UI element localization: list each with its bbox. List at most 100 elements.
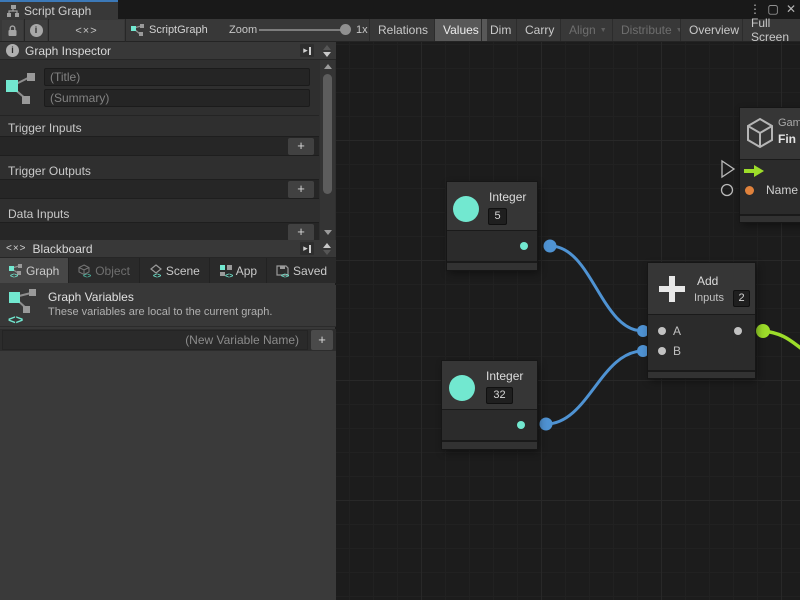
- inspector-content: Trigger Inputs + Trigger Outputs + Data …: [0, 60, 336, 240]
- title-bar: Script Graph ⋮ ▢ ✕: [0, 0, 800, 19]
- trigger-inputs-bar: +: [0, 136, 319, 156]
- script-graph-tab-icon: [7, 5, 19, 17]
- output-port[interactable]: [520, 242, 528, 250]
- window-close-icon[interactable]: ✕: [784, 2, 798, 16]
- blackboard-icon: <×>: [6, 243, 27, 254]
- node-integer-32[interactable]: Integer 32: [442, 361, 537, 449]
- blackboard-header: <×> Blackboard ▸: [0, 240, 336, 258]
- toolbar: i <×> ScriptGraph Zoom 1x Relations Valu…: [0, 19, 800, 42]
- tab-object[interactable]: <> Object: [69, 258, 140, 283]
- blackboard-empty-area: [0, 351, 336, 600]
- graph-icon: [5, 70, 39, 106]
- add-trigger-input-button[interactable]: +: [288, 138, 314, 155]
- scroll-down-icon[interactable]: [324, 230, 332, 235]
- trigger-outputs-bar: +: [0, 179, 319, 199]
- wire-integer5-to-add-a: [550, 246, 643, 331]
- overview-button[interactable]: Overview: [680, 19, 747, 41]
- info-icon: i: [30, 24, 43, 37]
- carry-button[interactable]: Carry: [516, 19, 562, 41]
- tab-graph[interactable]: <> Graph: [0, 258, 69, 283]
- scroll-up-icon[interactable]: [323, 243, 331, 248]
- wire-endpoint: [756, 324, 770, 338]
- info-button[interactable]: i: [25, 20, 47, 41]
- zoom-label: Zoom: [229, 24, 257, 36]
- zoom-value: 1x: [356, 24, 368, 36]
- inspector-scrollbar[interactable]: [320, 60, 335, 240]
- data-inputs-label: Data Inputs: [8, 207, 69, 221]
- wire-endpoint: [540, 418, 553, 431]
- values-button[interactable]: Values: [434, 19, 487, 41]
- node-add[interactable]: Add Inputs 2 A B: [648, 263, 755, 378]
- carried-trigger-icon: [722, 161, 734, 177]
- node-find[interactable]: Gam Fin Name: [740, 108, 800, 222]
- graph-variables-block: <> Graph Variables These variables are l…: [0, 285, 336, 327]
- tab-saved[interactable]: <> Saved: [267, 258, 336, 283]
- input-port-b[interactable]: [658, 347, 666, 355]
- integer-value-field[interactable]: 32: [486, 387, 513, 404]
- trigger-outputs-label: Trigger Outputs: [8, 164, 91, 178]
- info-icon: i: [6, 44, 19, 57]
- scroll-down-icon[interactable]: [323, 250, 331, 255]
- fullscreen-button[interactable]: Full Screen: [742, 19, 800, 41]
- output-port[interactable]: [734, 327, 742, 335]
- graph-name-label: ScriptGraph: [149, 24, 208, 36]
- zoom-slider-track[interactable]: [259, 29, 350, 31]
- title-field[interactable]: [44, 68, 310, 86]
- graph-tab-icon: <>: [9, 264, 23, 278]
- svg-text:<>: <>: [225, 273, 233, 278]
- carried-port-icon: [722, 185, 733, 196]
- wire-endpoint: [544, 240, 557, 253]
- code-view-button[interactable]: <×>: [49, 20, 124, 41]
- tab-title: Script Graph: [24, 4, 91, 18]
- integer-value-field[interactable]: 5: [488, 208, 507, 225]
- panel-expand-icon[interactable]: ▸: [300, 242, 314, 255]
- data-inputs-bar: +: [0, 222, 319, 242]
- lock-button[interactable]: [2, 20, 23, 41]
- svg-text:<>: <>: [10, 273, 18, 278]
- input-port-name[interactable]: [745, 186, 754, 195]
- relations-button[interactable]: Relations: [369, 19, 436, 41]
- lock-icon: [7, 25, 18, 37]
- new-variable-input[interactable]: [2, 330, 308, 350]
- add-data-input-button[interactable]: +: [288, 224, 314, 241]
- input-port-a[interactable]: [658, 327, 666, 335]
- node-integer-5[interactable]: Integer 5: [447, 182, 537, 270]
- add-trigger-output-button[interactable]: +: [288, 181, 314, 198]
- scroll-up-icon[interactable]: [323, 45, 331, 50]
- integer-icon: [449, 375, 475, 401]
- svg-text:<>: <>: [83, 273, 91, 278]
- svg-text:<>: <>: [8, 312, 24, 325]
- align-dropdown[interactable]: Align ▼: [560, 19, 615, 41]
- window-menu-icon[interactable]: ⋮: [748, 2, 762, 16]
- chevron-down-icon: ▼: [600, 27, 607, 34]
- add-variable-button[interactable]: +: [311, 330, 333, 350]
- output-port[interactable]: [517, 421, 525, 429]
- scroll-up-icon[interactable]: [324, 64, 332, 69]
- object-tab-icon: <>: [78, 264, 92, 278]
- blackboard-title: Blackboard: [33, 242, 93, 256]
- blackboard-tabs: <> Graph <> Object <> Scene: [0, 258, 336, 283]
- trigger-arrow-icon[interactable]: [743, 165, 764, 177]
- game-object-cube-icon: [746, 117, 774, 150]
- distribute-dropdown[interactable]: Distribute ▼: [612, 19, 691, 41]
- summary-field[interactable]: [44, 89, 310, 107]
- graph-inspector-header: i Graph Inspector ▸: [0, 42, 336, 60]
- panel-expand-icon[interactable]: ▸: [300, 44, 314, 57]
- window-maximize-icon[interactable]: ▢: [766, 2, 780, 16]
- add-inputs-count-field[interactable]: 2: [733, 290, 750, 307]
- svg-text:<>: <>: [153, 273, 161, 278]
- dim-button[interactable]: Dim: [481, 19, 519, 41]
- plus-icon: [657, 274, 687, 304]
- scroll-down-icon[interactable]: [323, 52, 331, 57]
- tab-app[interactable]: <> App: [210, 258, 267, 283]
- tab-script-graph[interactable]: Script Graph: [0, 0, 118, 19]
- zoom-slider-handle[interactable]: [340, 24, 351, 35]
- graph-canvas[interactable]: Integer 5 Integer 32 Add Inputs: [336, 42, 800, 600]
- scrollbar-thumb[interactable]: [323, 74, 332, 194]
- tab-scene[interactable]: <> Scene: [140, 258, 210, 283]
- graph-variables-description: These variables are local to the current…: [48, 306, 272, 318]
- side-panel: i Graph Inspector ▸ Trigger Inputs + Tri…: [0, 42, 336, 600]
- graph-variables-title: Graph Variables: [48, 290, 134, 304]
- integer-icon: [453, 196, 479, 222]
- graph-variables-icon: <>: [8, 289, 40, 325]
